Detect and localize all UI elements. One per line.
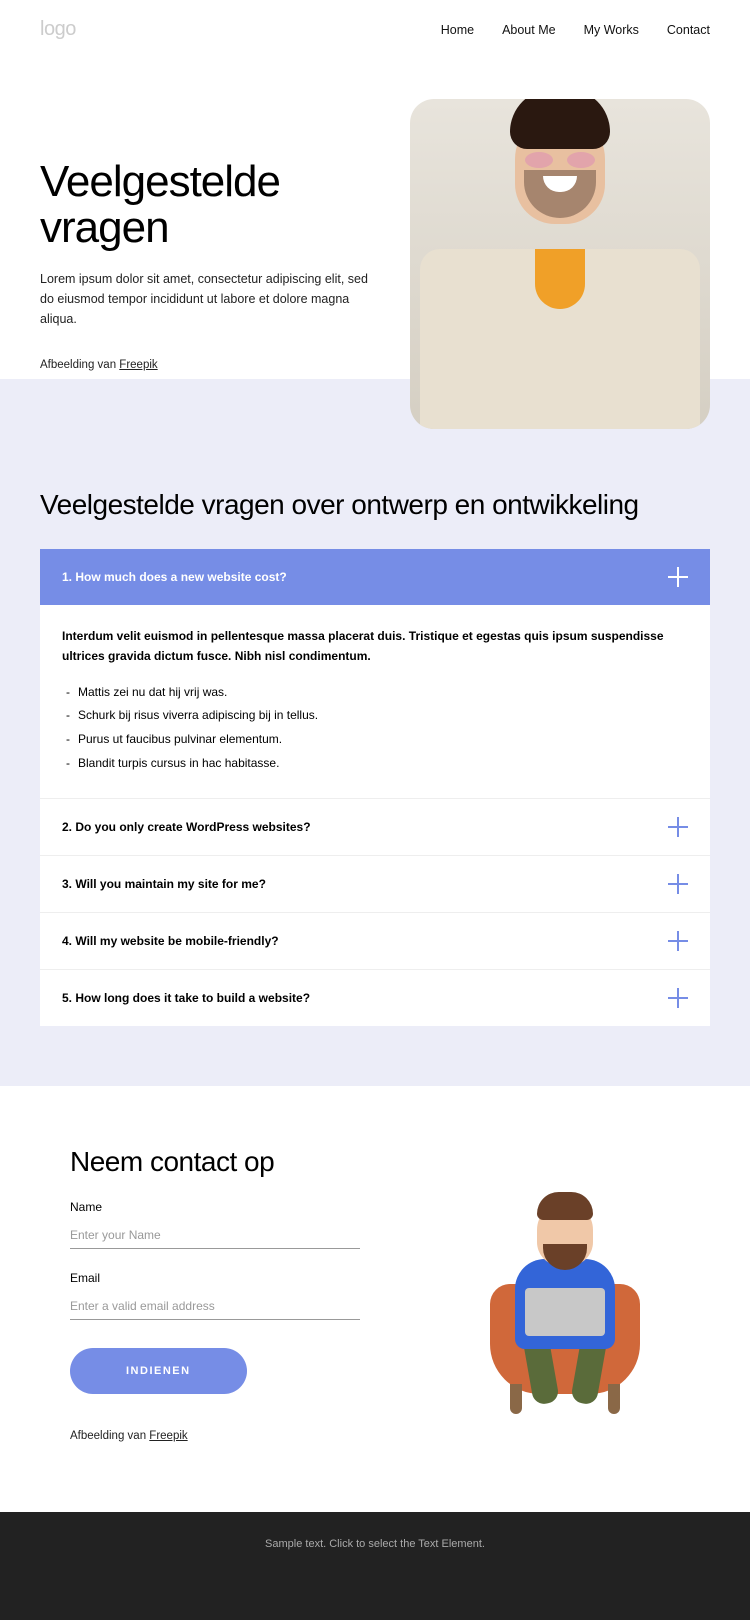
contact-form: Neem contact op Name Email INDIENEN Afbe…	[70, 1146, 360, 1442]
credit-link[interactable]: Freepik	[119, 359, 157, 371]
nav-works[interactable]: My Works	[584, 23, 639, 37]
faq-question: 3. Will you maintain my site for me?	[62, 877, 266, 891]
faq-item-2: 2. Do you only create WordPress websites…	[40, 799, 710, 856]
faq-item-5: 5. How long does it take to build a webs…	[40, 970, 710, 1026]
page-title: Veelgestelde vragen	[40, 159, 370, 251]
hero-section: Veelgestelde vragen Lorem ipsum dolor si…	[0, 59, 750, 429]
plus-icon	[668, 817, 688, 837]
header: logo Home About Me My Works Contact	[0, 0, 750, 59]
faq-answer-list: Mattis zei nu dat hij vrij was. Schurk b…	[62, 681, 688, 776]
nav-contact[interactable]: Contact	[667, 23, 710, 37]
hero-description: Lorem ipsum dolor sit amet, consectetur …	[40, 269, 370, 329]
contact-section: Neem contact op Name Email INDIENEN Afbe…	[0, 1086, 750, 1512]
character-illustration	[455, 1174, 675, 1414]
contact-heading: Neem contact op	[70, 1146, 360, 1178]
faq-accordion: 1. How much does a new website cost? Int…	[40, 549, 710, 1026]
faq-question: 1. How much does a new website cost?	[62, 570, 287, 584]
plus-icon	[668, 567, 688, 587]
hero-image-credit: Afbeelding van Freepik	[40, 359, 370, 371]
submit-button[interactable]: INDIENEN	[70, 1348, 247, 1394]
email-input[interactable]	[70, 1293, 360, 1320]
faq-item-1: 1. How much does a new website cost? Int…	[40, 549, 710, 799]
name-field-wrapper: Name	[70, 1200, 360, 1249]
faq-question: 5. How long does it take to build a webs…	[62, 991, 310, 1005]
list-item: Blandit turpis cursus in hac habitasse.	[62, 752, 688, 776]
faq-toggle-4[interactable]: 4. Will my website be mobile-friendly?	[40, 913, 710, 969]
contact-image-credit: Afbeelding van Freepik	[70, 1430, 360, 1442]
faq-toggle-3[interactable]: 3. Will you maintain my site for me?	[40, 856, 710, 912]
name-label: Name	[70, 1200, 360, 1214]
faq-item-4: 4. Will my website be mobile-friendly?	[40, 913, 710, 970]
faq-toggle-2[interactable]: 2. Do you only create WordPress websites…	[40, 799, 710, 855]
plus-icon	[668, 988, 688, 1008]
list-item: Purus ut faucibus pulvinar elementum.	[62, 728, 688, 752]
faq-answer-1: Interdum velit euismod in pellentesque m…	[40, 605, 710, 798]
email-label: Email	[70, 1271, 360, 1285]
faq-toggle-5[interactable]: 5. How long does it take to build a webs…	[40, 970, 710, 1026]
contact-illustration	[420, 1146, 710, 1442]
faq-question: 2. Do you only create WordPress websites…	[62, 820, 311, 834]
credit-prefix: Afbeelding van	[70, 1430, 149, 1442]
footer: Sample text. Click to select the Text El…	[0, 1512, 750, 1620]
name-input[interactable]	[70, 1222, 360, 1249]
credit-prefix: Afbeelding van	[40, 359, 119, 371]
list-item: Mattis zei nu dat hij vrij was.	[62, 681, 688, 705]
faq-item-3: 3. Will you maintain my site for me?	[40, 856, 710, 913]
faq-question: 4. Will my website be mobile-friendly?	[62, 934, 279, 948]
hero-image	[410, 99, 710, 429]
plus-icon	[668, 874, 688, 894]
credit-link[interactable]: Freepik	[149, 1430, 187, 1442]
hero-text: Veelgestelde vragen Lorem ipsum dolor si…	[40, 99, 370, 429]
email-field-wrapper: Email	[70, 1271, 360, 1320]
nav-home[interactable]: Home	[441, 23, 474, 37]
faq-heading: Veelgestelde vragen over ontwerp en ontw…	[40, 489, 710, 521]
nav-about[interactable]: About Me	[502, 23, 556, 37]
faq-section: Veelgestelde vragen over ontwerp en ontw…	[0, 379, 750, 1086]
faq-toggle-1[interactable]: 1. How much does a new website cost?	[40, 549, 710, 605]
logo[interactable]: logo	[40, 18, 76, 41]
footer-text[interactable]: Sample text. Click to select the Text El…	[265, 1538, 485, 1550]
list-item: Schurk bij risus viverra adipiscing bij …	[62, 704, 688, 728]
faq-answer-intro: Interdum velit euismod in pellentesque m…	[62, 627, 688, 667]
plus-icon	[668, 931, 688, 951]
person-illustration	[420, 249, 700, 429]
main-nav: Home About Me My Works Contact	[441, 23, 710, 37]
